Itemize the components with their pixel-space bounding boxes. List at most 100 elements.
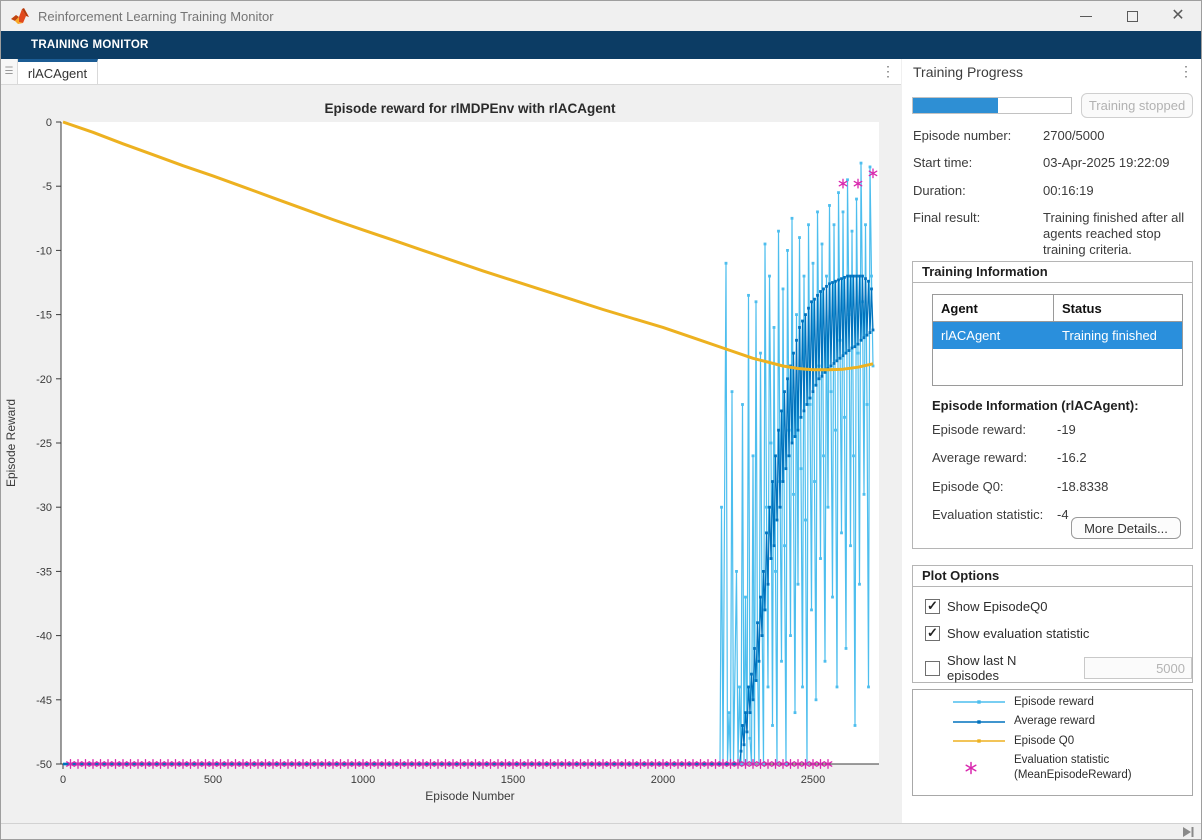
agent-status-table: Agent Status rlACAgent Training finished <box>932 294 1183 386</box>
title-bar: Reinforcement Learning Training Monitor … <box>1 1 1201 31</box>
field-label: Episode number: <box>913 128 1043 144</box>
field-duration: Duration: 00:16:19 <box>913 183 1193 199</box>
field-label: Start time: <box>913 155 1043 171</box>
document-kebab-menu-icon[interactable]: ⋮ <box>875 59 901 84</box>
table-header-row: Agent Status <box>933 295 1182 322</box>
field-label: Episode Q0: <box>932 479 1057 495</box>
svg-text:-50: -50 <box>36 759 52 771</box>
field-label: Episode reward: <box>932 422 1057 438</box>
svg-text:-30: -30 <box>36 502 52 514</box>
cell-status: Training finished <box>1053 322 1182 349</box>
training-information-title: Training Information <box>913 262 1192 283</box>
chart-title: Episode reward for rlMDPEnv with rlACAge… <box>324 101 616 116</box>
svg-text:0: 0 <box>60 774 66 786</box>
window-title: Reinforcement Learning Training Monitor <box>38 9 274 24</box>
column-header-agent: Agent <box>933 301 1053 316</box>
training-information-group: Training Information Agent Status rlACAg… <box>912 261 1193 549</box>
field-episode-reward: Episode reward: -19 <box>932 422 1182 438</box>
plot-options-title: Plot Options <box>913 566 1192 587</box>
checkbox-label: Show evaluation statistic <box>947 626 1089 641</box>
maximize-icon <box>1127 11 1138 22</box>
column-header-status: Status <box>1053 295 1182 321</box>
average-reward-swatch-icon <box>951 715 1007 729</box>
field-episode-q0: Episode Q0: -18.8338 <box>932 479 1182 495</box>
ribbon-tab-training-monitor[interactable]: TRAINING MONITOR <box>31 39 149 51</box>
tab-label: rlACAgent <box>28 66 87 81</box>
x-axis-label: Episode Number <box>425 789 514 803</box>
plot-legend: Episode reward Average reward Episode Q0… <box>912 689 1193 796</box>
training-progress-panel: Training Progress ⋮ Training stopped Epi… <box>902 59 1202 823</box>
plot-pane: ☰ rlACAgent ⋮ Episode reward for rlMDPEn… <box>1 59 901 823</box>
svg-text:-25: -25 <box>36 438 52 450</box>
show-episodeq0-checkbox[interactable] <box>925 599 940 614</box>
svg-text:-5: -5 <box>42 181 52 193</box>
option-show-episodeq0: Show EpisodeQ0 <box>925 599 1192 614</box>
field-final-result: Final result: Training finished after al… <box>913 210 1193 259</box>
maximize-button[interactable] <box>1109 1 1155 31</box>
field-value: -18.8338 <box>1057 479 1182 495</box>
option-show-evaluation-statistic: Show evaluation statistic <box>925 626 1192 641</box>
y-axis-label: Episode Reward <box>4 399 18 487</box>
legend-item-evaluation-statistic: Evaluation statistic(MeanEpisodeReward) <box>913 753 1192 782</box>
field-value: 03-Apr-2025 19:22:09 <box>1043 155 1193 171</box>
episode-q0-swatch-icon <box>951 734 1007 748</box>
field-average-reward: Average reward: -16.2 <box>932 450 1182 466</box>
field-start-time: Start time: 03-Apr-2025 19:22:09 <box>913 155 1193 171</box>
table-row[interactable]: rlACAgent Training finished <box>933 322 1182 349</box>
minimize-icon <box>1080 16 1092 17</box>
show-evaluation-statistic-checkbox[interactable] <box>925 626 940 641</box>
main-area: ☰ rlACAgent ⋮ Episode reward for rlMDPEn… <box>1 59 1201 823</box>
progress-fields: Episode number: 2700/5000 Start time: 03… <box>913 128 1193 270</box>
svg-text:2000: 2000 <box>651 774 675 786</box>
svg-text:-20: -20 <box>36 374 52 386</box>
field-value: 2700/5000 <box>1043 128 1193 144</box>
field-value: -19 <box>1057 422 1182 438</box>
field-label: Final result: <box>913 210 1043 259</box>
field-value: -16.2 <box>1057 450 1182 466</box>
svg-text:-15: -15 <box>36 310 52 322</box>
show-last-n-episodes-checkbox[interactable] <box>925 661 940 676</box>
legend-item-average-reward: Average reward <box>913 714 1192 728</box>
training-progress-bar <box>912 97 1072 114</box>
last-n-episodes-input[interactable] <box>1084 657 1192 679</box>
field-value: 00:16:19 <box>1043 183 1193 199</box>
tab-rlacagent[interactable]: rlACAgent <box>18 59 98 84</box>
expand-right-icon[interactable] <box>1181 826 1195 838</box>
svg-text:0: 0 <box>46 117 52 129</box>
grip-icon[interactable]: ☰ <box>1 59 18 84</box>
svg-text:-35: -35 <box>36 566 52 578</box>
episode-reward-swatch-icon <box>951 695 1007 709</box>
tab-spacer <box>98 59 875 84</box>
app-window: Reinforcement Learning Training Monitor … <box>0 0 1202 840</box>
window-controls: ✕ <box>1063 1 1201 31</box>
legend-label: Average reward <box>1014 714 1095 728</box>
svg-text:-45: -45 <box>36 695 52 707</box>
field-label: Duration: <box>913 183 1043 199</box>
field-label: Evaluation statistic: <box>932 507 1057 523</box>
evaluation-statistic-swatch-icon <box>951 761 1007 775</box>
matlab-logo-icon <box>10 7 30 25</box>
document-tab-bar: ☰ rlACAgent ⋮ <box>1 59 901 85</box>
more-details-button[interactable]: More Details... <box>1071 517 1181 539</box>
status-bar <box>1 823 1201 840</box>
field-episode-number: Episode number: 2700/5000 <box>913 128 1193 144</box>
checkbox-label: Show last N episodes <box>947 653 1070 683</box>
panel-title: Training Progress <box>913 64 1023 80</box>
checkbox-label: Show EpisodeQ0 <box>947 599 1047 614</box>
close-button[interactable]: ✕ <box>1155 1 1201 31</box>
plot-options-group: Plot Options Show EpisodeQ0 Show evaluat… <box>912 565 1193 683</box>
training-stopped-button[interactable]: Training stopped <box>1081 93 1193 118</box>
ribbon: TRAINING MONITOR <box>1 31 1201 59</box>
plot-region: Episode reward for rlMDPEnv with rlACAge… <box>1 85 901 823</box>
minimize-button[interactable] <box>1063 1 1109 31</box>
svg-text:2500: 2500 <box>801 774 825 786</box>
panel-kebab-menu-icon[interactable]: ⋮ <box>1179 63 1193 80</box>
legend-item-episode-q0: Episode Q0 <box>913 734 1192 748</box>
svg-text:1500: 1500 <box>501 774 525 786</box>
episode-information-title: Episode Information (rlACAgent): <box>932 398 1139 413</box>
legend-label: Episode reward <box>1014 695 1094 709</box>
close-icon: ✕ <box>1171 8 1184 24</box>
svg-text:500: 500 <box>204 774 222 786</box>
option-show-last-n-episodes: Show last N episodes <box>925 653 1192 683</box>
panel-header: Training Progress <box>902 59 1202 85</box>
